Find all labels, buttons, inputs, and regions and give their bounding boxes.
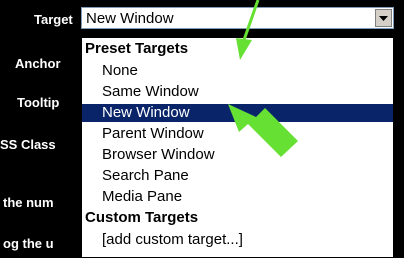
option-none[interactable]: None (82, 62, 393, 80)
group-header-custom-targets: Custom Targets (85, 209, 199, 226)
option-add-custom-target[interactable]: [add custom target...] (82, 231, 393, 249)
tooltip-label: Tooltip (17, 95, 60, 110)
option-parent-window[interactable]: Parent Window (82, 125, 393, 143)
target-select-value: New Window (86, 10, 174, 27)
option-browser-window[interactable]: Browser Window (82, 146, 393, 164)
dropdown-button[interactable] (375, 9, 392, 27)
group-header-preset-targets: Preset Targets (85, 40, 189, 57)
anchor-label: Anchor (15, 56, 61, 71)
target-label: Target (34, 12, 73, 27)
target-select[interactable]: New Window (81, 7, 394, 29)
option-new-window[interactable]: New Window (82, 104, 393, 122)
option-media-pane[interactable]: Media Pane (82, 188, 393, 206)
chevron-down-icon (379, 15, 388, 21)
target-dropdown-list: Preset Targets None Same Window New Wind… (81, 37, 394, 258)
field-label-partial-1: the num (3, 195, 54, 210)
css-class-label: SS Class (0, 137, 56, 152)
option-same-window[interactable]: Same Window (82, 83, 393, 101)
field-label-partial-2: og the u (3, 236, 54, 251)
option-search-pane[interactable]: Search Pane (82, 167, 393, 185)
